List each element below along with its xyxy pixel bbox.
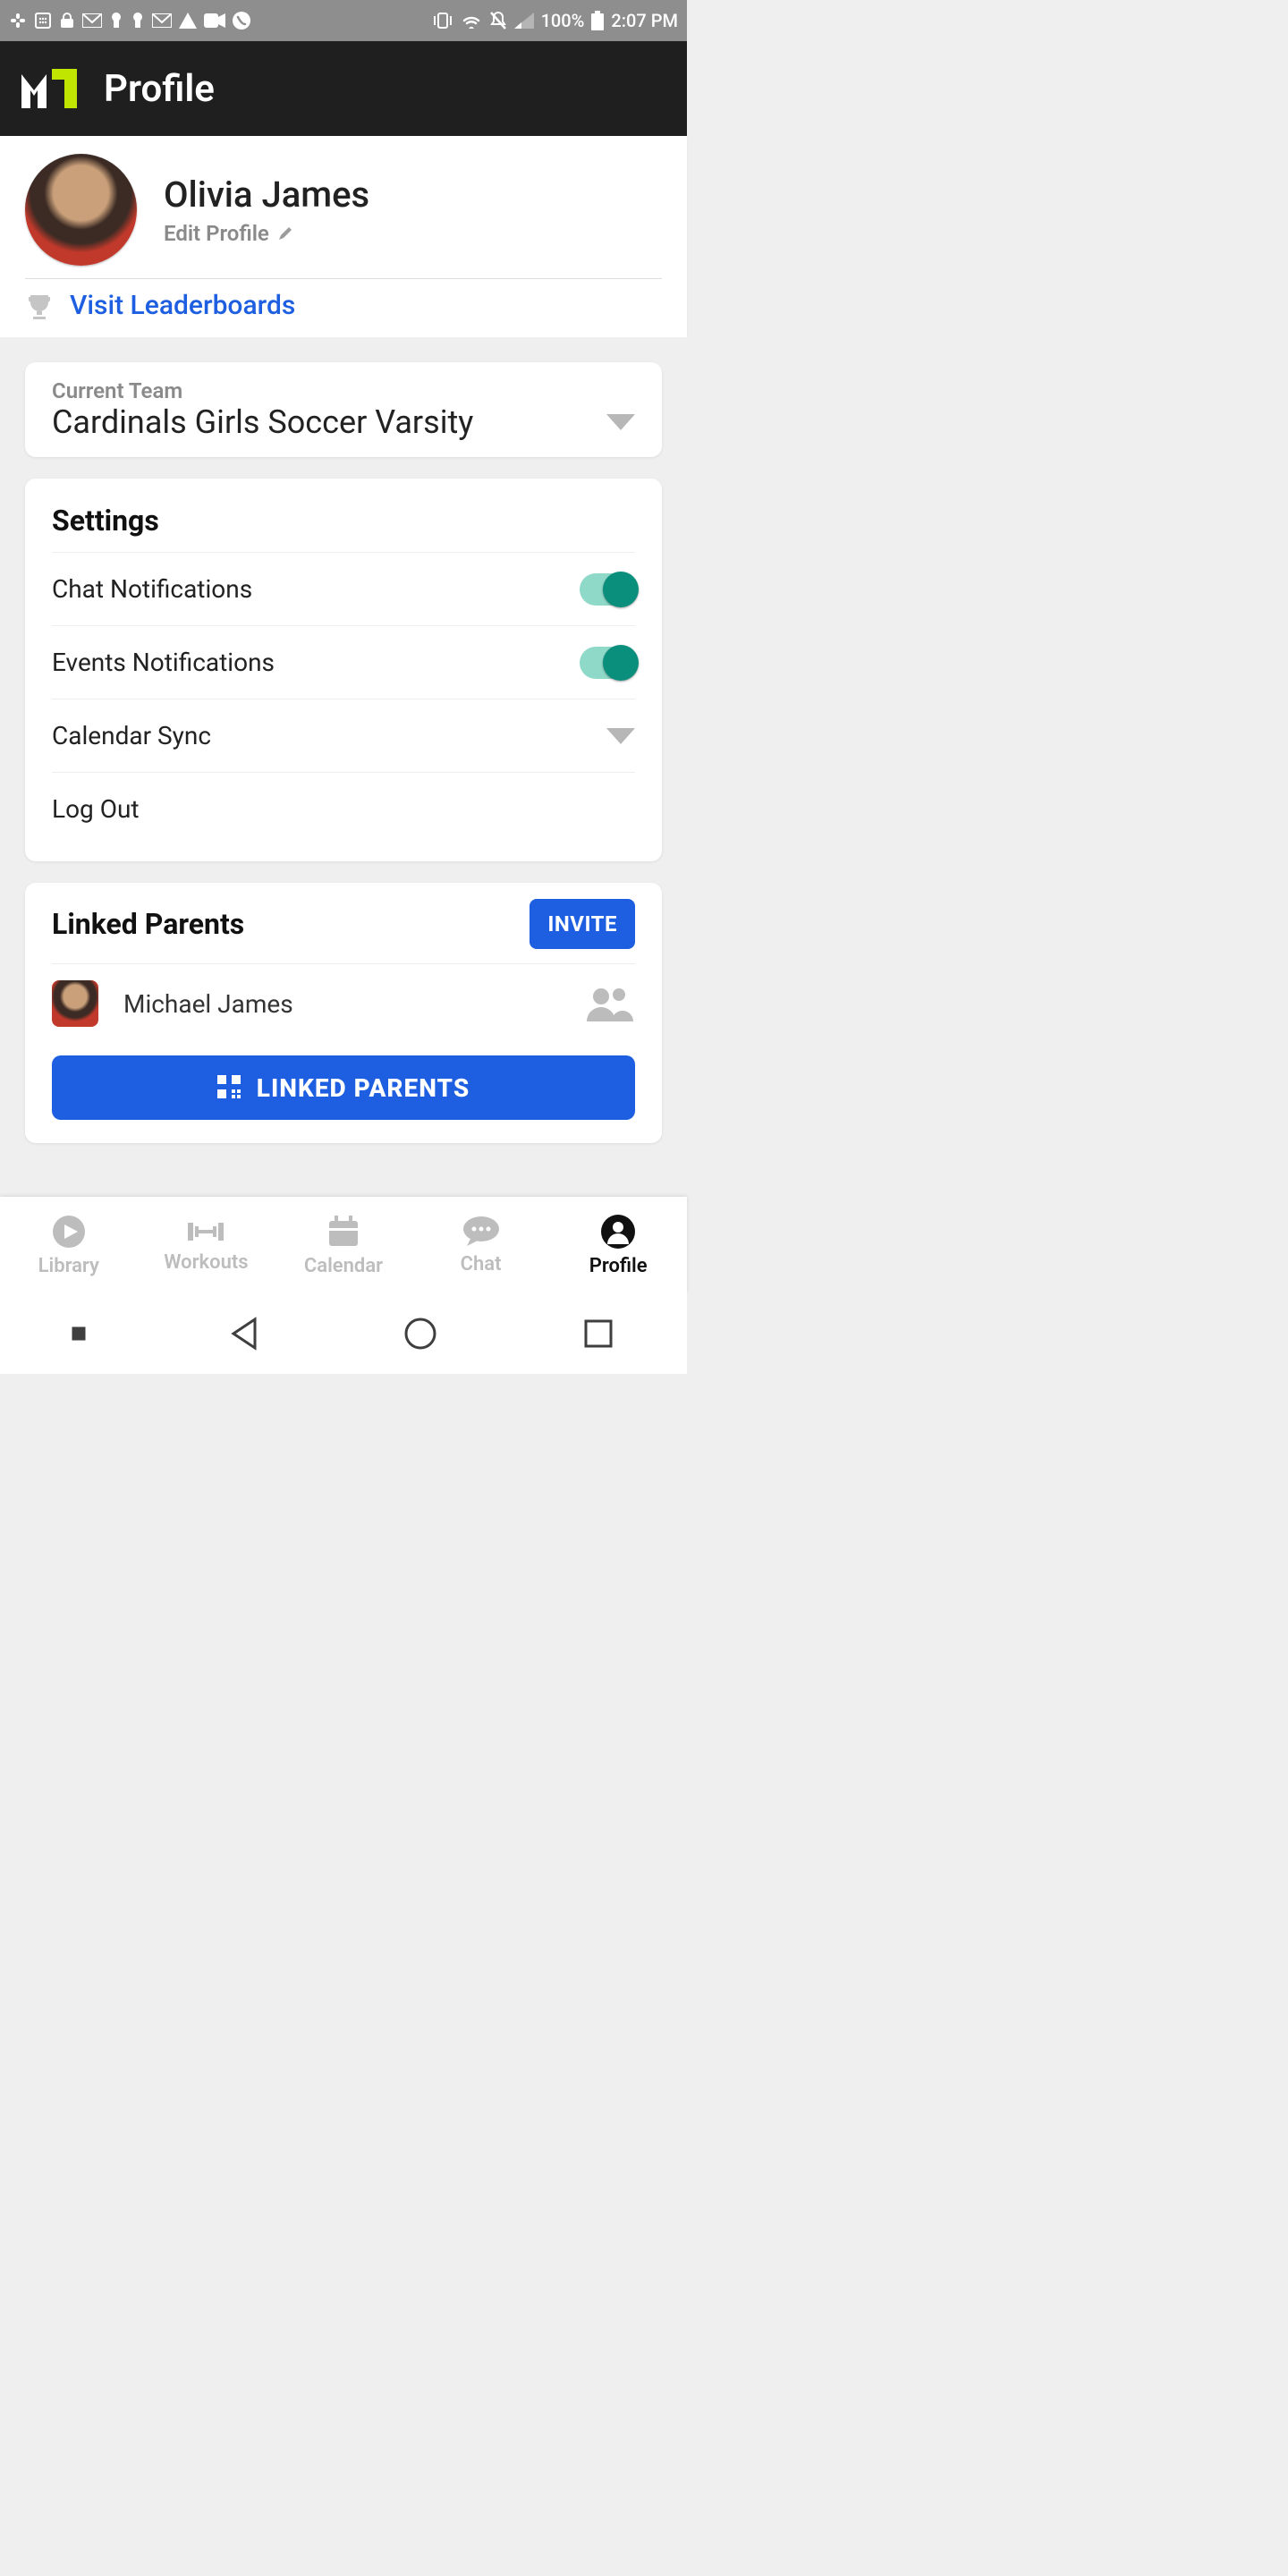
home-button[interactable] — [402, 1316, 438, 1352]
team-selector[interactable]: Current Team Cardinals Girls Soccer Vars… — [25, 362, 662, 457]
setting-chat-notifications[interactable]: Chat Notifications — [52, 552, 635, 625]
calendar-icon — [326, 1214, 361, 1250]
edit-profile-label: Edit Profile — [164, 221, 269, 246]
video-icon — [204, 13, 225, 28]
chevron-down-icon — [606, 414, 635, 430]
pencil-icon — [276, 225, 294, 242]
clock-time: 2:07 PM — [611, 10, 678, 31]
parent-name: Michael James — [123, 989, 293, 1019]
page-title: Profile — [104, 67, 215, 111]
battery-percent: 100% — [541, 10, 585, 31]
tab-label: Profile — [589, 1255, 648, 1277]
content-area: Current Team Cardinals Girls Soccer Vars… — [0, 337, 687, 1197]
settings-card: Settings Chat Notifications Events Notif… — [25, 479, 662, 861]
setting-label: Events Notifications — [52, 648, 275, 677]
setting-label: Chat Notifications — [52, 574, 252, 604]
visit-leaderboards-link[interactable]: Visit Leaderboards — [25, 290, 662, 321]
tab-chat[interactable]: Chat — [412, 1197, 550, 1293]
notification-off-icon — [489, 11, 507, 30]
invite-button[interactable]: INVITE — [530, 899, 635, 949]
settings-title: Settings — [52, 504, 635, 538]
tab-label: Workouts — [164, 1251, 248, 1274]
linked-parents-button[interactable]: LINKED PARENTS — [52, 1055, 635, 1120]
tab-label: Library — [38, 1255, 99, 1277]
setting-calendar-sync[interactable]: Calendar Sync — [52, 699, 635, 772]
toggle-events[interactable] — [580, 647, 635, 679]
back-button[interactable] — [228, 1316, 260, 1352]
linked-parents-card: Linked Parents INVITE Michael James LINK… — [25, 883, 662, 1143]
tab-calendar[interactable]: Calendar — [275, 1197, 412, 1293]
current-team-label: Current Team — [52, 378, 635, 403]
tab-profile[interactable]: Profile — [549, 1197, 687, 1293]
play-circle-icon — [51, 1214, 87, 1250]
keyhole-icon — [131, 12, 145, 30]
phone-circle-icon — [233, 12, 250, 30]
tab-library[interactable]: Library — [0, 1197, 138, 1293]
slack-icon — [9, 12, 27, 30]
profile-circle-icon — [600, 1214, 636, 1250]
android-nav-bar — [0, 1293, 687, 1374]
edit-profile-link[interactable]: Edit Profile — [164, 221, 369, 246]
app-logo-icon — [21, 69, 77, 108]
tab-label: Calendar — [304, 1255, 383, 1277]
lock-icon — [59, 12, 75, 30]
app-bar: Profile — [0, 41, 687, 136]
tab-label: Chat — [461, 1253, 502, 1275]
android-status-bar: 100% 2:07 PM — [0, 0, 687, 41]
wifi-icon — [461, 13, 482, 29]
linked-parents-title: Linked Parents — [52, 907, 244, 941]
battery-icon — [591, 11, 604, 30]
vibrate-icon — [432, 12, 453, 30]
setting-logout[interactable]: Log Out — [52, 772, 635, 845]
toggle-chat[interactable] — [580, 573, 635, 606]
barbell-icon — [184, 1217, 227, 1246]
bottom-tab-bar: Library Workouts Calendar Chat Profile — [0, 1197, 687, 1293]
calendar-grid-icon — [34, 12, 52, 30]
warning-icon — [179, 13, 197, 29]
qr-icon — [217, 1075, 242, 1100]
chat-bubble-icon — [462, 1216, 501, 1248]
current-team-value: Cardinals Girls Soccer Varsity — [52, 403, 473, 441]
chevron-down-icon — [606, 728, 635, 744]
gmail-icon — [152, 13, 172, 28]
avatar[interactable] — [25, 154, 137, 266]
divider — [25, 278, 662, 279]
setting-events-notifications[interactable]: Events Notifications — [52, 625, 635, 699]
linked-parent-row[interactable]: Michael James — [52, 963, 635, 1032]
recent-apps-small-icon[interactable] — [72, 1326, 86, 1341]
setting-label: Calendar Sync — [52, 721, 211, 750]
recent-apps-button[interactable] — [580, 1316, 616, 1352]
gmail-icon — [82, 13, 102, 28]
linked-parents-button-label: LINKED PARENTS — [257, 1073, 470, 1103]
parent-avatar — [52, 980, 98, 1027]
keyhole-icon — [109, 12, 123, 30]
setting-label: Log Out — [52, 794, 140, 824]
trophy-icon — [25, 292, 54, 320]
people-icon — [585, 986, 635, 1021]
leaderboards-label: Visit Leaderboards — [70, 290, 295, 321]
tab-workouts[interactable]: Workouts — [138, 1197, 275, 1293]
profile-header: Olivia James Edit Profile Visit Leaderbo… — [0, 136, 687, 337]
signal-icon — [514, 13, 534, 29]
user-name: Olivia James — [164, 174, 369, 216]
